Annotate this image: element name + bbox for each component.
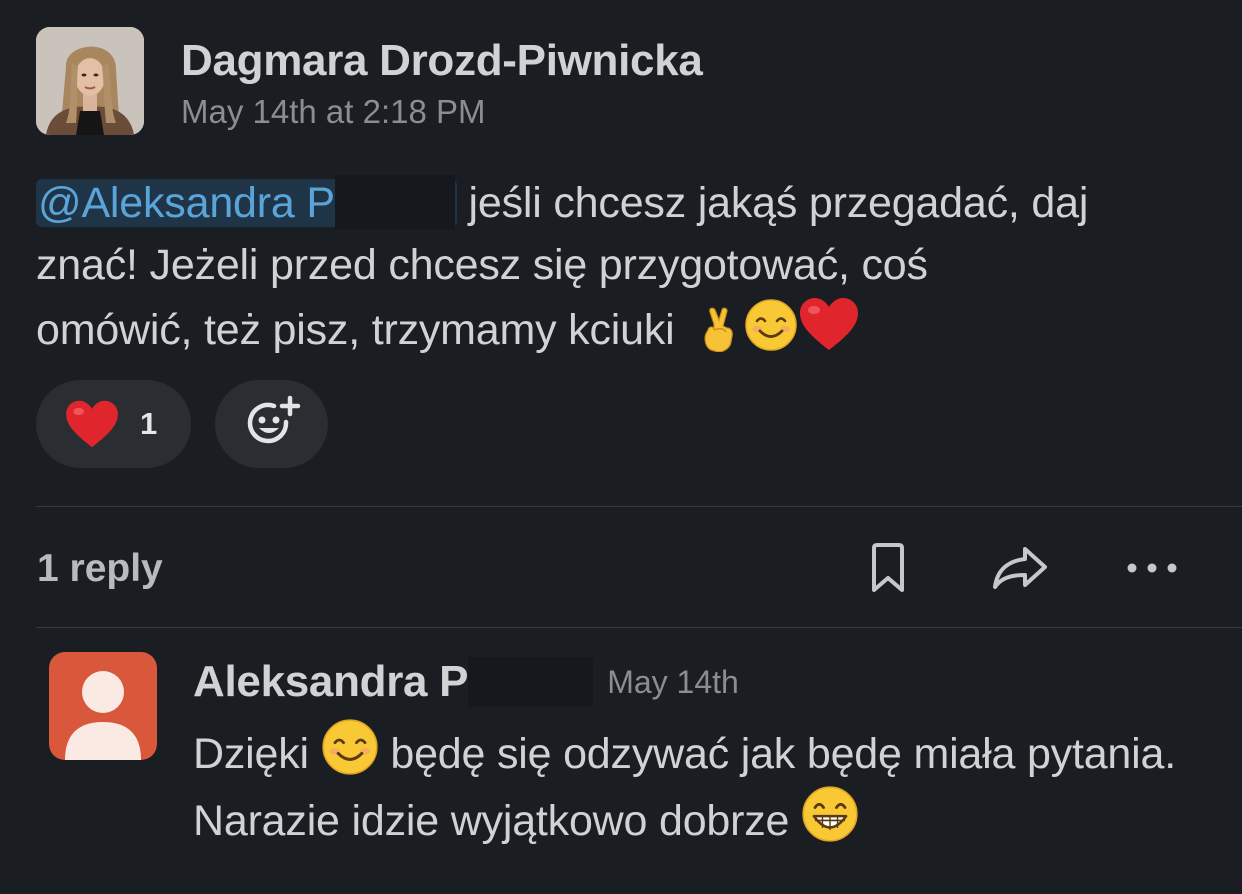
mention-text[interactable]: @Aleksandra P bbox=[38, 179, 335, 227]
message-text-line-3: omówić, też pisz, trzymamy kciuki bbox=[36, 306, 675, 354]
reply-timestamp[interactable]: May 14th bbox=[607, 664, 739, 701]
profile-photo bbox=[36, 27, 144, 135]
more-icon bbox=[1127, 563, 1177, 573]
reply-text-part-1: Dzięki bbox=[193, 730, 309, 778]
redacted-surname bbox=[468, 657, 594, 707]
smiling-face-emoji bbox=[745, 299, 797, 351]
message-body: @Aleksandra P jeśli chcesz jakąś przegad… bbox=[36, 172, 1216, 361]
reply-author-avatar[interactable] bbox=[49, 652, 157, 760]
reply-count-link[interactable]: 1 reply bbox=[37, 547, 163, 591]
bookmark-icon bbox=[872, 543, 904, 592]
divider bbox=[36, 627, 1242, 628]
author-avatar[interactable] bbox=[36, 27, 144, 135]
bookmark-button[interactable] bbox=[858, 540, 918, 596]
message-author[interactable]: Dagmara Drozd-Piwnicka bbox=[181, 36, 703, 86]
reply-body: Dzięki będę się odzywać jak będę miała p… bbox=[193, 718, 1213, 852]
redacted-surname bbox=[334, 174, 455, 229]
add-reaction-icon bbox=[247, 395, 300, 444]
user-mention[interactable]: @Aleksandra P bbox=[36, 174, 457, 229]
default-user-icon bbox=[65, 671, 141, 760]
share-icon bbox=[993, 547, 1047, 589]
red-heart-emoji bbox=[800, 298, 859, 350]
reply-header: Aleksandra P May 14th bbox=[193, 657, 739, 707]
message-timestamp[interactable]: May 14th at 2:18 PM bbox=[181, 93, 486, 131]
share-button[interactable] bbox=[990, 540, 1050, 596]
divider bbox=[36, 506, 1242, 507]
message-text-line-1: jeśli chcesz jakąś przegadać, daj bbox=[456, 179, 1089, 227]
message-text-line-2: znać! Jeżeli przed chcesz się przygotowa… bbox=[36, 241, 928, 289]
smiling-face-emoji bbox=[321, 719, 378, 775]
red-heart-emoji bbox=[66, 400, 118, 448]
reply-author[interactable]: Aleksandra P bbox=[193, 657, 469, 707]
crossed-fingers-emoji bbox=[704, 307, 733, 352]
more-actions-button[interactable] bbox=[1122, 540, 1182, 596]
grinning-face-emoji bbox=[802, 786, 858, 842]
reaction-heart-button[interactable]: 1 bbox=[36, 380, 191, 468]
reaction-count: 1 bbox=[140, 406, 158, 441]
add-reaction-button[interactable] bbox=[215, 380, 328, 468]
